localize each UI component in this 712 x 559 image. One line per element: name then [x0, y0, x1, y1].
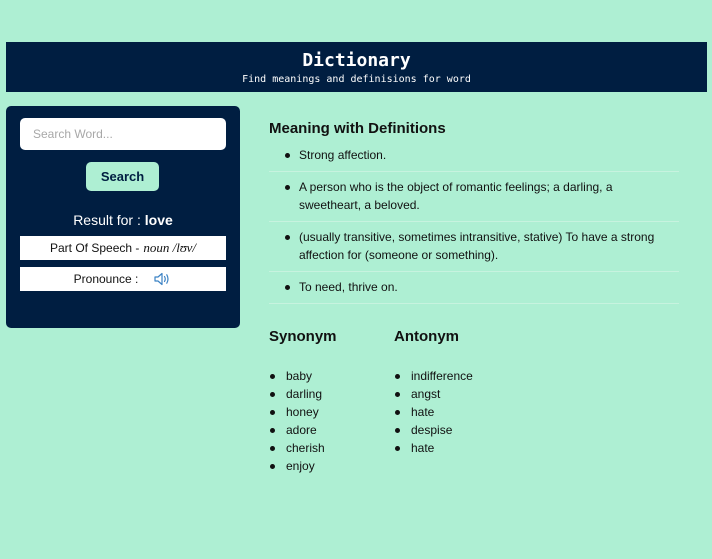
result-for-label: Result for :	[73, 212, 141, 228]
definition-item: Strong affection.	[269, 140, 679, 172]
result-heading: Result for : love	[6, 212, 240, 228]
synonym-item: honey	[269, 403, 337, 421]
synonym-section: Synonym baby darling honey adore cherish…	[269, 328, 337, 475]
definition-item: To need, thrive on.	[269, 272, 679, 304]
meaning-title: Meaning with Definitions	[269, 120, 446, 137]
search-button[interactable]: Search	[86, 162, 159, 191]
antonym-item: indifference	[394, 367, 473, 385]
app-subtitle: Find meanings and definisions for word	[242, 74, 471, 85]
antonym-title: Antonym	[394, 328, 459, 345]
part-of-speech-box: Part Of Speech - noun /lʊv/	[20, 236, 226, 260]
definition-item: (usually transitive, sometimes intransit…	[269, 222, 679, 272]
app-title: Dictionary	[302, 50, 411, 71]
antonym-list: indifference angst hate despise hate	[394, 367, 473, 457]
app-header: Dictionary Find meanings and definisions…	[6, 42, 707, 92]
synonym-item: baby	[269, 367, 337, 385]
definitions-list: Strong affection. A person who is the ob…	[269, 140, 679, 304]
search-input[interactable]	[20, 118, 226, 150]
antonym-item: hate	[394, 403, 473, 421]
part-of-speech-value: noun /lʊv/	[143, 240, 196, 255]
synonym-item: adore	[269, 421, 337, 439]
antonym-section: Antonym indifference angst hate despise …	[394, 328, 473, 457]
speaker-icon[interactable]	[154, 272, 172, 286]
pronounce-box: Pronounce :	[20, 267, 226, 291]
antonym-item: hate	[394, 439, 473, 457]
synonym-list: baby darling honey adore cherish enjoy	[269, 367, 337, 475]
pronounce-label: Pronounce :	[73, 272, 139, 286]
result-word: love	[144, 212, 173, 228]
synonym-item: cherish	[269, 439, 337, 457]
synonym-item: darling	[269, 385, 337, 403]
part-of-speech-label: Part Of Speech -	[50, 241, 140, 255]
synonym-title: Synonym	[269, 328, 337, 345]
definition-item: A person who is the object of romantic f…	[269, 172, 679, 222]
antonym-item: despise	[394, 421, 473, 439]
search-panel: Search Result for : love Part Of Speech …	[6, 106, 240, 328]
antonym-item: angst	[394, 385, 473, 403]
synonym-item: enjoy	[269, 457, 337, 475]
